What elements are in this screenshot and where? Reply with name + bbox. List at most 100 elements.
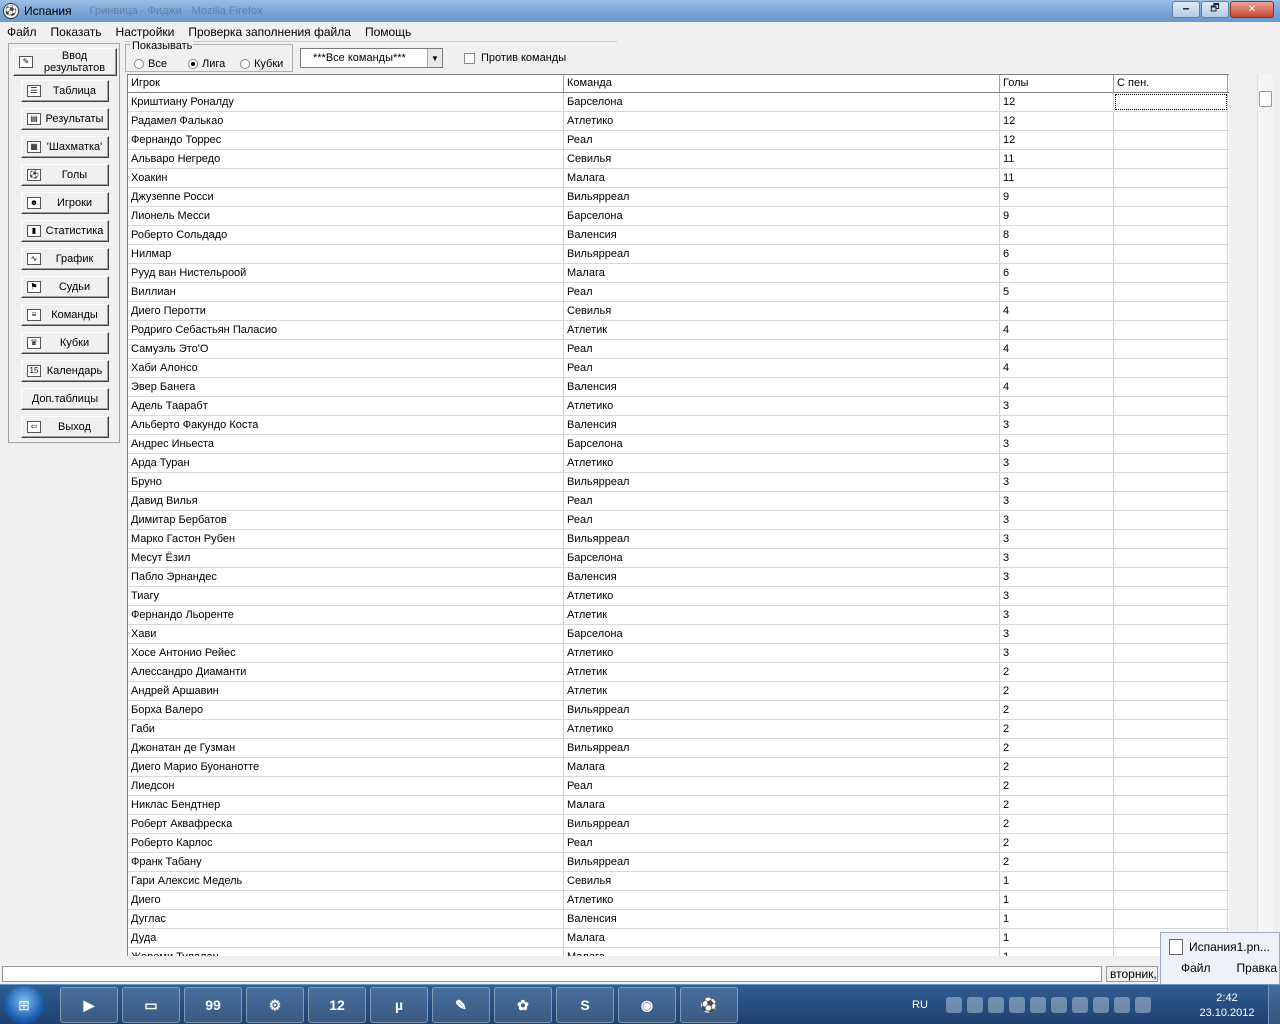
cell-penalties[interactable] bbox=[1114, 910, 1228, 928]
cell-team[interactable]: Валенсия bbox=[564, 568, 1000, 586]
menu-help[interactable]: Помощь bbox=[358, 25, 418, 39]
nav-button-7[interactable]: ∿ График bbox=[21, 248, 109, 270]
taskbar-utorrent-icon[interactable]: µ bbox=[370, 987, 428, 1023]
cell-penalties[interactable] bbox=[1114, 207, 1228, 225]
cell-goals[interactable]: 5 bbox=[1000, 283, 1114, 301]
nav-button-1[interactable]: ☰ Таблица bbox=[21, 80, 109, 102]
nav-button-6[interactable]: ▮ Статистика bbox=[21, 220, 109, 242]
cell-penalties[interactable] bbox=[1114, 226, 1228, 244]
radio-league[interactable]: Лига bbox=[188, 58, 225, 70]
cell-goals[interactable]: 2 bbox=[1000, 777, 1114, 795]
cell-player[interactable]: Диего Марио Буонанотте bbox=[128, 758, 564, 776]
cell-goals[interactable]: 12 bbox=[1000, 131, 1114, 149]
cell-goals[interactable]: 2 bbox=[1000, 758, 1114, 776]
cell-goals[interactable]: 6 bbox=[1000, 245, 1114, 263]
popup-menu-file[interactable]: Файл bbox=[1181, 961, 1211, 975]
table-row[interactable]: Самуэль Это'О Реал 4 bbox=[128, 340, 1229, 359]
cell-penalties[interactable] bbox=[1114, 131, 1228, 149]
cell-penalties[interactable] bbox=[1114, 302, 1228, 320]
table-row[interactable]: Родриго Себастьян Паласио Атлетик 4 bbox=[128, 321, 1229, 340]
tray-network-icon[interactable] bbox=[945, 997, 962, 1013]
nav-button-11[interactable]: 15 Календарь bbox=[21, 360, 109, 382]
taskbar-football-app-icon[interactable]: ⚽ bbox=[680, 987, 738, 1023]
tray-shield-icon[interactable] bbox=[987, 997, 1004, 1013]
cell-team[interactable]: Атлетико bbox=[564, 891, 1000, 909]
table-row[interactable]: Месут Ёзил Барселона 3 bbox=[128, 549, 1229, 568]
cell-player[interactable]: Никлас Бендтнер bbox=[128, 796, 564, 814]
nav-button-4[interactable]: ⚽ Голы bbox=[21, 164, 109, 186]
cell-team[interactable]: Барселона bbox=[564, 207, 1000, 225]
cell-goals[interactable]: 3 bbox=[1000, 530, 1114, 548]
cell-goals[interactable]: 2 bbox=[1000, 834, 1114, 852]
cell-player[interactable]: Эвер Банега bbox=[128, 378, 564, 396]
cell-goals[interactable]: 12 bbox=[1000, 93, 1114, 111]
cell-penalties[interactable] bbox=[1114, 644, 1228, 662]
tray-icq-icon[interactable] bbox=[966, 997, 983, 1013]
cell-penalties[interactable] bbox=[1114, 530, 1228, 548]
cell-goals[interactable]: 4 bbox=[1000, 321, 1114, 339]
table-row[interactable]: Лиедсон Реал 2 bbox=[128, 777, 1229, 796]
menu-show[interactable]: Показать bbox=[44, 25, 109, 39]
tray-sync-icon[interactable] bbox=[1008, 997, 1025, 1013]
cell-penalties[interactable] bbox=[1114, 758, 1228, 776]
cell-player[interactable]: Арда Туран bbox=[128, 454, 564, 472]
cell-player[interactable]: Пабло Эрнандес bbox=[128, 568, 564, 586]
column-header-goals[interactable]: Голы bbox=[1000, 75, 1114, 92]
nav-button-12[interactable]: Доп.таблицы bbox=[21, 388, 109, 410]
table-row[interactable]: Хави Барселона 3 bbox=[128, 625, 1229, 644]
table-row[interactable]: Хоакин Малага 11 bbox=[128, 169, 1229, 188]
cell-penalties[interactable] bbox=[1114, 625, 1228, 643]
restore-button[interactable]: 🗗 bbox=[1201, 1, 1229, 18]
cell-team[interactable]: Реал bbox=[564, 131, 1000, 149]
cell-player[interactable]: Джонатан де Гузман bbox=[128, 739, 564, 757]
cell-penalties[interactable] bbox=[1114, 587, 1228, 605]
start-button[interactable]: ⊞ bbox=[4, 986, 44, 1024]
cell-team[interactable]: Валенсия bbox=[564, 910, 1000, 928]
cell-goals[interactable]: 11 bbox=[1000, 150, 1114, 168]
cell-goals[interactable]: 3 bbox=[1000, 454, 1114, 472]
cell-team[interactable]: Атлетико bbox=[564, 112, 1000, 130]
table-row[interactable]: Лионель Месси Барселона 9 bbox=[128, 207, 1229, 226]
cell-team[interactable]: Реал bbox=[564, 359, 1000, 377]
cell-team[interactable]: Вильярреал bbox=[564, 245, 1000, 263]
cell-team[interactable]: Вильярреал bbox=[564, 701, 1000, 719]
cell-player[interactable]: Дуглас bbox=[128, 910, 564, 928]
table-row[interactable]: Роберто Сольдадо Валенсия 8 bbox=[128, 226, 1229, 245]
cell-team[interactable]: Атлетик bbox=[564, 663, 1000, 681]
table-row[interactable]: Роберто Карлос Реал 2 bbox=[128, 834, 1229, 853]
taskbar-preview-popup[interactable]: Испания1.pn... Файл Правка bbox=[1160, 932, 1280, 988]
cell-player[interactable]: Жереми Тулалан bbox=[128, 948, 564, 956]
cell-goals[interactable]: 12 bbox=[1000, 112, 1114, 130]
cell-penalties[interactable] bbox=[1114, 245, 1228, 263]
table-row[interactable]: Пабло Эрнандес Валенсия 3 bbox=[128, 568, 1229, 587]
cell-player[interactable]: Франк Табану bbox=[128, 853, 564, 871]
cell-player[interactable]: Месут Ёзил bbox=[128, 549, 564, 567]
cell-team[interactable]: Малага bbox=[564, 758, 1000, 776]
cell-goals[interactable]: 3 bbox=[1000, 568, 1114, 586]
cell-penalties[interactable] bbox=[1114, 93, 1228, 111]
close-button[interactable]: ✕ bbox=[1230, 1, 1274, 18]
cell-player[interactable]: Борха Валеро bbox=[128, 701, 564, 719]
cell-player[interactable]: Фернандо Торрес bbox=[128, 131, 564, 149]
cell-penalties[interactable] bbox=[1114, 454, 1228, 472]
cell-team[interactable]: Атлетик bbox=[564, 606, 1000, 624]
taskbar-skype-icon[interactable]: S bbox=[556, 987, 614, 1023]
table-row[interactable]: Хосе Антонио Рейес Атлетико 3 bbox=[128, 644, 1229, 663]
chevron-down-icon[interactable]: ▼ bbox=[427, 49, 442, 67]
taskbar-channel-12-icon[interactable]: 12 bbox=[308, 987, 366, 1023]
cell-goals[interactable]: 2 bbox=[1000, 853, 1114, 871]
column-header-player[interactable]: Игрок bbox=[128, 75, 564, 92]
cell-team[interactable]: Реал bbox=[564, 492, 1000, 510]
cell-player[interactable]: Альваро Негредо bbox=[128, 150, 564, 168]
cell-penalties[interactable] bbox=[1114, 720, 1228, 738]
cell-penalties[interactable] bbox=[1114, 606, 1228, 624]
nav-button-10[interactable]: ♛ Кубки bbox=[21, 332, 109, 354]
cell-goals[interactable]: 1 bbox=[1000, 910, 1114, 928]
cell-goals[interactable]: 1 bbox=[1000, 948, 1114, 956]
cell-player[interactable]: Виллиан bbox=[128, 283, 564, 301]
cell-penalties[interactable] bbox=[1114, 188, 1228, 206]
taskbar-editor-icon[interactable]: ✎ bbox=[432, 987, 490, 1023]
against-team-checkbox[interactable]: Против команды bbox=[464, 52, 566, 64]
cell-goals[interactable]: 1 bbox=[1000, 872, 1114, 890]
tray-volume-icon[interactable] bbox=[1134, 997, 1151, 1013]
